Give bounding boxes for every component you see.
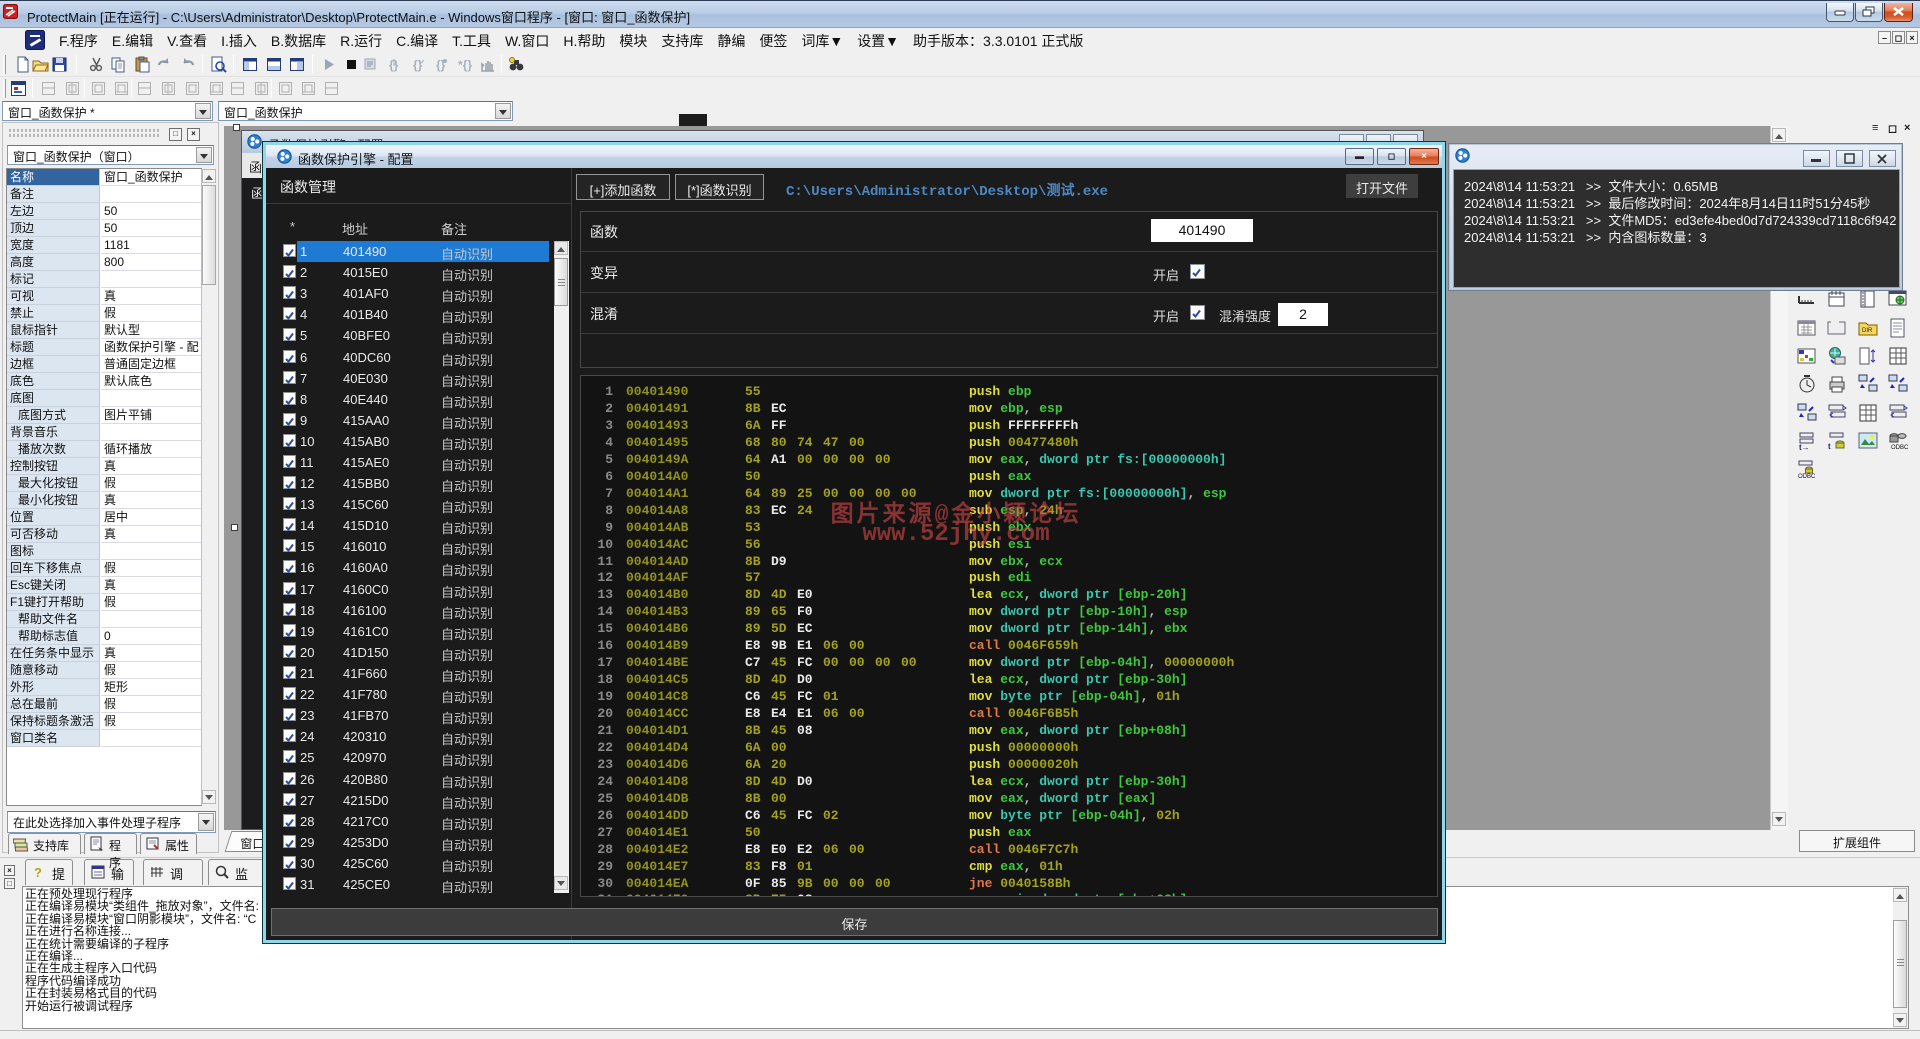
- svg-text:{}: {}: [413, 58, 423, 72]
- svg-text:ODBC: ODBC: [1891, 445, 1908, 451]
- svg-text:t: t: [1828, 442, 1831, 451]
- svg-text:DIR: DIR: [1862, 328, 1873, 334]
- svg-text:t→: t→: [1799, 443, 1810, 451]
- svg-text:?: ?: [34, 865, 42, 880]
- svg-text:*{}: *{}: [458, 58, 472, 72]
- svg-text:ODBC: ODBC: [1798, 474, 1816, 479]
